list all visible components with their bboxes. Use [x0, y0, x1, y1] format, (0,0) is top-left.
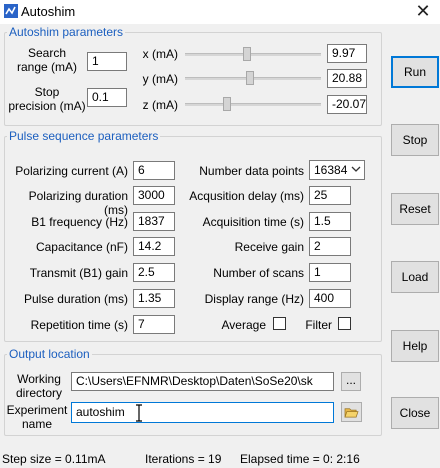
average-label: Average [221, 318, 266, 332]
transmit-gain-input[interactable]: 2.5 [133, 263, 175, 282]
y-slider[interactable] [185, 71, 321, 85]
display-range-input[interactable]: 400 [309, 289, 351, 308]
stop-button[interactable]: Stop [391, 124, 439, 156]
open-folder-button[interactable] [341, 402, 362, 422]
x-slider-thumb[interactable] [243, 47, 251, 61]
number-data-points-select[interactable]: 16384 [309, 160, 365, 180]
pulse-legend: Pulse sequence parameters [9, 129, 159, 143]
z-label: z (mA) [142, 98, 178, 112]
number-data-points-value: 16384 [314, 163, 348, 177]
load-button[interactable]: Load [391, 261, 439, 293]
transmit-gain-label: Transmit (B1) gain [29, 266, 128, 280]
acquisition-time-input[interactable]: 1.5 [309, 212, 351, 231]
working-directory-label: Working directory [15, 372, 62, 400]
polarizing-current-input[interactable]: 6 [133, 161, 175, 180]
status-step-size: Step size = 0.11mA [2, 452, 106, 466]
help-button[interactable]: Help [391, 330, 439, 362]
polarizing-duration-label: Polarizing duration (ms) [28, 189, 128, 217]
polarizing-duration-input[interactable]: 3000 [133, 186, 175, 205]
average-checkbox[interactable] [273, 317, 286, 330]
acquisition-delay-input[interactable]: 25 [309, 186, 351, 205]
window-title: Autoshim [21, 4, 76, 19]
x-label: x (mA) [142, 47, 178, 61]
browse-directory-button[interactable]: ... [341, 372, 361, 391]
z-slider-track [185, 103, 321, 106]
x-slider[interactable] [185, 47, 321, 61]
y-slider-thumb[interactable] [246, 71, 254, 85]
stop-precision-label: Stop precision (mA) [8, 85, 86, 113]
acquisition-delay-label: Acqusition delay (ms) [189, 189, 304, 203]
status-iterations: Iterations = 19 [145, 452, 222, 466]
run-button[interactable]: Run [391, 56, 439, 88]
x-value-input[interactable]: 9.97 [327, 44, 367, 63]
reset-button[interactable]: Reset [391, 193, 439, 225]
acquisition-time-label: Acquisition time (s) [202, 215, 304, 229]
pulse-duration-label: Pulse duration (ms) [23, 292, 128, 306]
filter-checkbox[interactable] [338, 317, 351, 330]
autoshim-legend: Autoshim parameters [9, 25, 124, 39]
receive-gain-input[interactable]: 2 [309, 237, 351, 256]
search-range-label: Search range (mA) [16, 46, 78, 74]
x-slider-track [185, 53, 321, 56]
capacitance-input[interactable]: 14.2 [133, 237, 175, 256]
experiment-name-label: Experiment name [6, 403, 68, 431]
repetition-time-input[interactable]: 7 [133, 315, 175, 334]
z-slider-thumb[interactable] [223, 97, 231, 111]
chevron-down-icon [351, 166, 361, 172]
z-slider[interactable] [185, 97, 321, 111]
search-range-input[interactable]: 1 [87, 52, 127, 71]
window-close-icon[interactable]: ✕ [410, 1, 436, 21]
b1-frequency-label: B1 frequency (Hz) [31, 215, 128, 229]
stop-precision-input[interactable]: 0.1 [87, 88, 127, 107]
close-button[interactable]: Close [391, 397, 439, 429]
status-elapsed-time: Elapsed time = 0: 2:16 [240, 452, 360, 466]
experiment-name-input[interactable]: autoshim [71, 402, 334, 423]
number-of-scans-label: Number of scans [213, 266, 304, 280]
repetition-time-label: Repetition time (s) [30, 318, 128, 332]
folder-open-icon [344, 408, 359, 418]
number-of-scans-input[interactable]: 1 [309, 263, 351, 282]
receive-gain-label: Receive gain [234, 240, 304, 254]
status-bar: Step size = 0.11mA Iterations = 19 Elaps… [0, 448, 440, 468]
y-value-input[interactable]: 20.88 [327, 69, 367, 88]
pulse-duration-input[interactable]: 1.35 [133, 289, 175, 308]
z-value-input[interactable]: -20.07 [327, 95, 367, 114]
filter-label: Filter [305, 318, 332, 332]
y-label: y (mA) [142, 72, 178, 86]
capacitance-label: Capacitance (nF) [35, 240, 128, 254]
title-bar: Autoshim ✕ [0, 0, 440, 24]
polarizing-current-label: Polarizing current (A) [15, 164, 128, 178]
output-legend: Output location [9, 347, 90, 361]
number-data-points-label: Number data points [199, 164, 304, 178]
display-range-label: Display range (Hz) [204, 292, 304, 306]
b1-frequency-input[interactable]: 1837 [133, 212, 175, 231]
app-icon [4, 4, 18, 18]
text-cursor-icon [136, 404, 142, 422]
working-directory-input[interactable]: C:\Users\EFNMR\Desktop\Daten\SoSe20\sk [71, 372, 334, 391]
